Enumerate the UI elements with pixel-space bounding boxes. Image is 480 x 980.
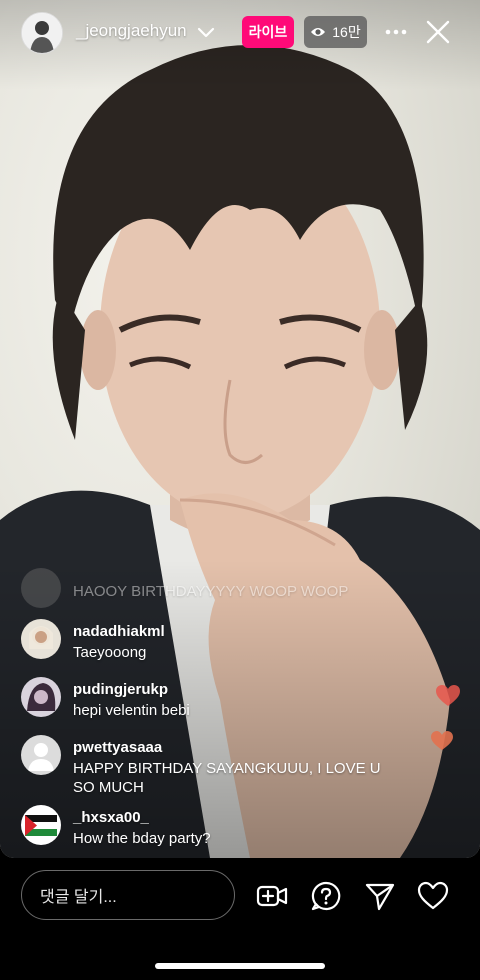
comment-text: HAOOY BIRTHDAYYYYY WOOP WOOP — [73, 583, 349, 600]
comment-input[interactable]: 댓글 달기... — [21, 870, 235, 920]
live-label: 라이브 — [248, 24, 288, 40]
send-icon[interactable] — [364, 880, 396, 912]
heart-icon — [431, 731, 453, 750]
comment-avatar — [21, 619, 61, 659]
default-avatar-icon — [21, 735, 61, 775]
host-username[interactable]: _jeongjaehyun — [76, 21, 187, 41]
host-avatar-image — [22, 13, 62, 53]
comment-avatar — [21, 568, 61, 608]
comment-avatar — [21, 735, 61, 775]
live-badge: 라이브 — [242, 16, 294, 48]
comment-text: hepi velentin bebi — [73, 702, 190, 719]
comment-avatar — [21, 805, 61, 845]
eye-icon — [311, 28, 326, 36]
comment-username[interactable]: pwettyasaaa — [73, 739, 162, 756]
viewer-count: 16만 — [332, 24, 361, 40]
avatar-image — [21, 677, 61, 717]
comment-text: HAPPY BIRTHDAY SAYANGKUUU, I LOVE U SO M… — [73, 760, 381, 796]
comment-text: Taeyooong — [73, 644, 147, 661]
comment-username[interactable]: nadadhiakml — [73, 623, 165, 640]
chevron-down-icon[interactable] — [196, 22, 216, 42]
close-icon[interactable] — [426, 20, 450, 44]
top-gradient — [0, 0, 480, 90]
comment-username[interactable]: pudingjerukp — [73, 681, 168, 698]
comment-placeholder: 댓글 달기... — [40, 889, 117, 906]
heart-icon — [436, 685, 460, 706]
viewer-count-badge[interactable]: 16만 — [304, 16, 367, 48]
comment-avatar — [21, 677, 61, 717]
home-indicator — [155, 963, 325, 969]
comment-text: How the bday party? — [73, 830, 211, 847]
question-icon[interactable] — [310, 880, 342, 912]
more-icon[interactable] — [384, 22, 408, 42]
palestine-flag-avatar — [21, 805, 61, 845]
comment-username[interactable]: _hxsxa00_ — [73, 809, 149, 826]
floating-hearts — [431, 685, 460, 750]
host-avatar[interactable] — [21, 12, 63, 54]
live-video[interactable] — [0, 0, 480, 858]
add-video-icon[interactable] — [256, 880, 288, 912]
heart-icon[interactable] — [417, 880, 449, 912]
avatar-image — [21, 619, 61, 659]
